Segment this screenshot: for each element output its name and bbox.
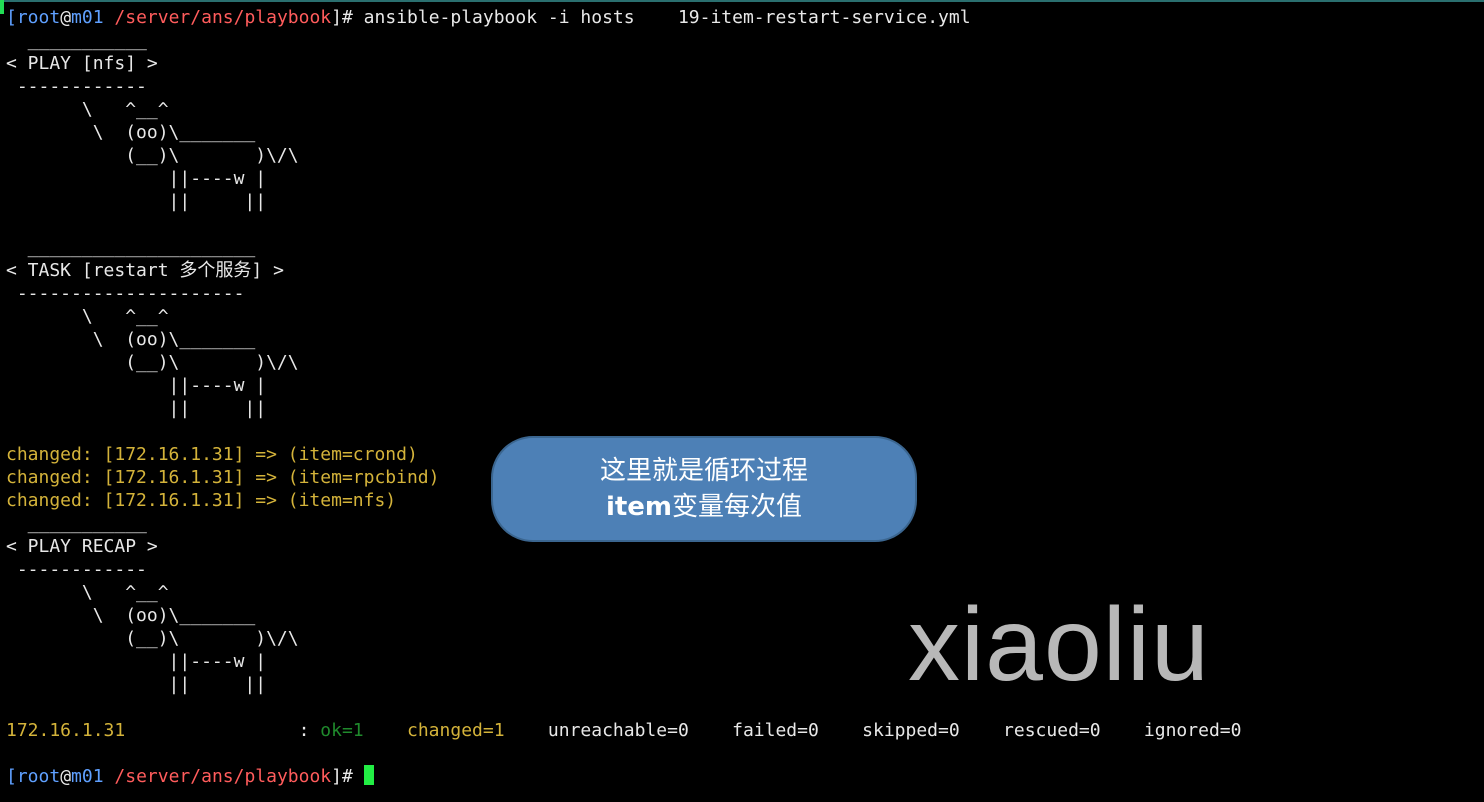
cow-art-line: \ (oo)\_______ (6, 605, 256, 626)
prompt-open: [ (6, 7, 17, 28)
recap-rest: unreachable=0 failed=0 skipped=0 rescued… (504, 720, 1242, 741)
prompt-close: ]# (331, 7, 353, 28)
prompt-at: @ (60, 7, 72, 28)
cow-art-line: || || (6, 191, 267, 212)
prompt-close: ]# (331, 766, 353, 787)
cow-art-line: \ (oo)\_______ (6, 122, 256, 143)
play-banner-title: < PLAY [nfs] > (6, 53, 158, 74)
cow-art-line: ||----w | (6, 168, 267, 189)
cow-art-line: \ (oo)\_______ (6, 329, 256, 350)
callout-line-2: item变量每次值 (493, 489, 915, 525)
recap-banner-title: < PLAY RECAP > (6, 536, 158, 557)
terminal-top-border (0, 0, 1484, 2)
annotation-callout: 这里就是循环过程 item变量每次值 (491, 436, 917, 542)
cow-art-line: ||----w | (6, 375, 267, 396)
callout-line-2-text: 变量每次值 (672, 492, 803, 522)
prompt-at: @ (60, 766, 72, 787)
cow-art-line: || || (6, 398, 267, 419)
recap-summary: 172.16.1.31 : ok=1 changed=1 unreachable… (6, 719, 1241, 742)
recap-ok: ok=1 (320, 720, 364, 741)
command-line: [root@m01 /server/ans/playbook]# ansible… (6, 6, 971, 29)
prompt-path: /server/ans/playbook (114, 766, 332, 787)
task-result-line: changed: [172.16.1.31] => (item=rpcbind) (6, 467, 440, 488)
play-banner-top: ___________ (6, 30, 147, 51)
terminal-cursor (363, 765, 374, 785)
command-text: ansible-playbook -i hosts 19-item-restar… (352, 7, 971, 28)
cow-art-line: (__)\ )\/\ (6, 352, 299, 373)
prompt-host: m01 (71, 7, 104, 28)
recap-separator: : (125, 720, 321, 741)
cow-art-line: || || (6, 674, 267, 695)
cow-art-line: (__)\ )\/\ (6, 145, 299, 166)
task-banner-bottom: --------------------- (6, 283, 245, 304)
task-banner-top: _____________________ (6, 237, 256, 258)
task-result-line: changed: [172.16.1.31] => (item=nfs) (6, 490, 397, 511)
callout-line-1: 这里就是循环过程 (599, 456, 808, 486)
prompt-path: /server/ans/playbook (114, 7, 332, 28)
cow-art-line: (__)\ )\/\ (6, 628, 299, 649)
prompt-open: [ (6, 766, 17, 787)
recap-banner-bottom: ------------ (6, 559, 147, 580)
cow-art-line: \ ^__^ (6, 306, 169, 327)
task-result-line: changed: [172.16.1.31] => (item=crond) (6, 444, 418, 465)
cow-art-line: \ ^__^ (6, 99, 169, 120)
play-banner-bottom: ------------ (6, 76, 147, 97)
terminal-marker (0, 0, 4, 14)
cow-art-line: \ ^__^ (6, 582, 169, 603)
prompt-user: root (16, 766, 61, 787)
recap-host: 172.16.1.31 (6, 720, 126, 741)
cow-art-line: ||----w | (6, 651, 267, 672)
watermark-text: xiaoliu (908, 587, 1210, 703)
final-prompt-line[interactable]: [root@m01 /server/ans/playbook]# (6, 765, 374, 788)
callout-item-keyword: item (605, 492, 673, 522)
task-banner-title: < TASK [restart 多个服务] > (6, 260, 284, 281)
recap-banner-top: ___________ (6, 513, 147, 534)
prompt-host: m01 (71, 766, 104, 787)
prompt-user: root (16, 7, 61, 28)
recap-changed: changed=1 (363, 720, 505, 741)
